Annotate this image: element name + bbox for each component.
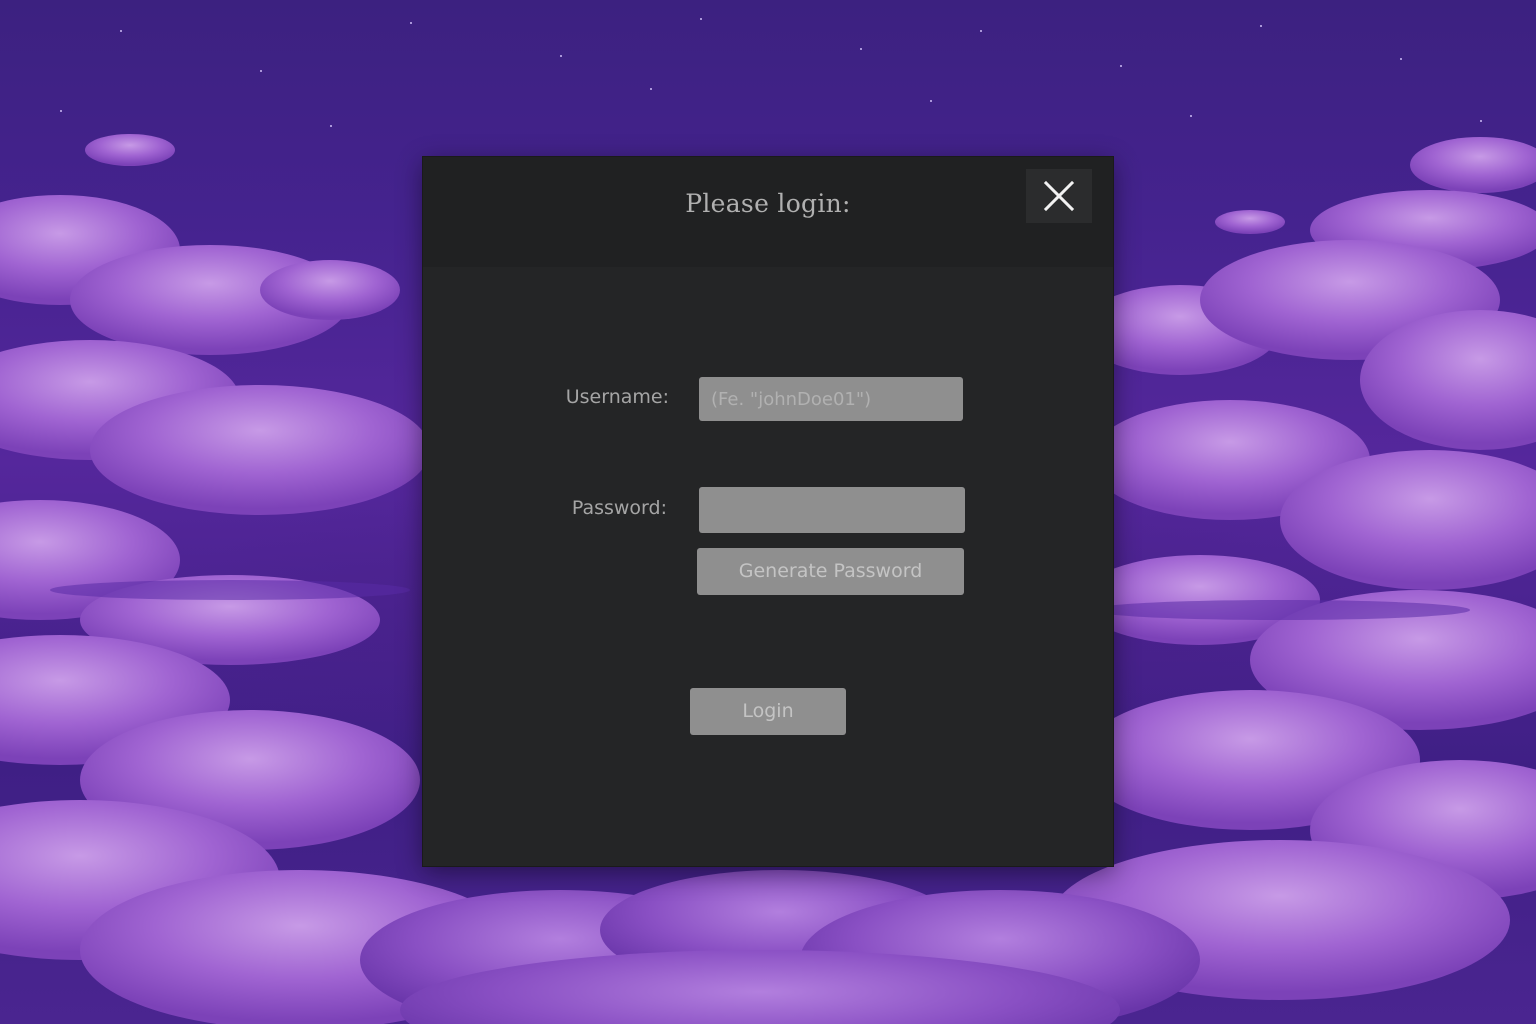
password-input[interactable] (699, 487, 965, 533)
login-button[interactable]: Login (690, 688, 846, 735)
password-label: Password: (571, 497, 667, 519)
login-dialog: Please login: Username: Password: Genera… (423, 157, 1113, 866)
generate-password-button[interactable]: Generate Password (697, 548, 964, 595)
close-icon (1043, 180, 1075, 212)
username-label: Username: (565, 386, 669, 408)
stars (60, 18, 1482, 127)
clouds-right (1050, 240, 1536, 1000)
username-input[interactable] (699, 377, 963, 421)
dialog-header: Please login: (423, 157, 1113, 267)
close-button[interactable] (1026, 169, 1092, 223)
dialog-title: Please login: (685, 189, 851, 218)
